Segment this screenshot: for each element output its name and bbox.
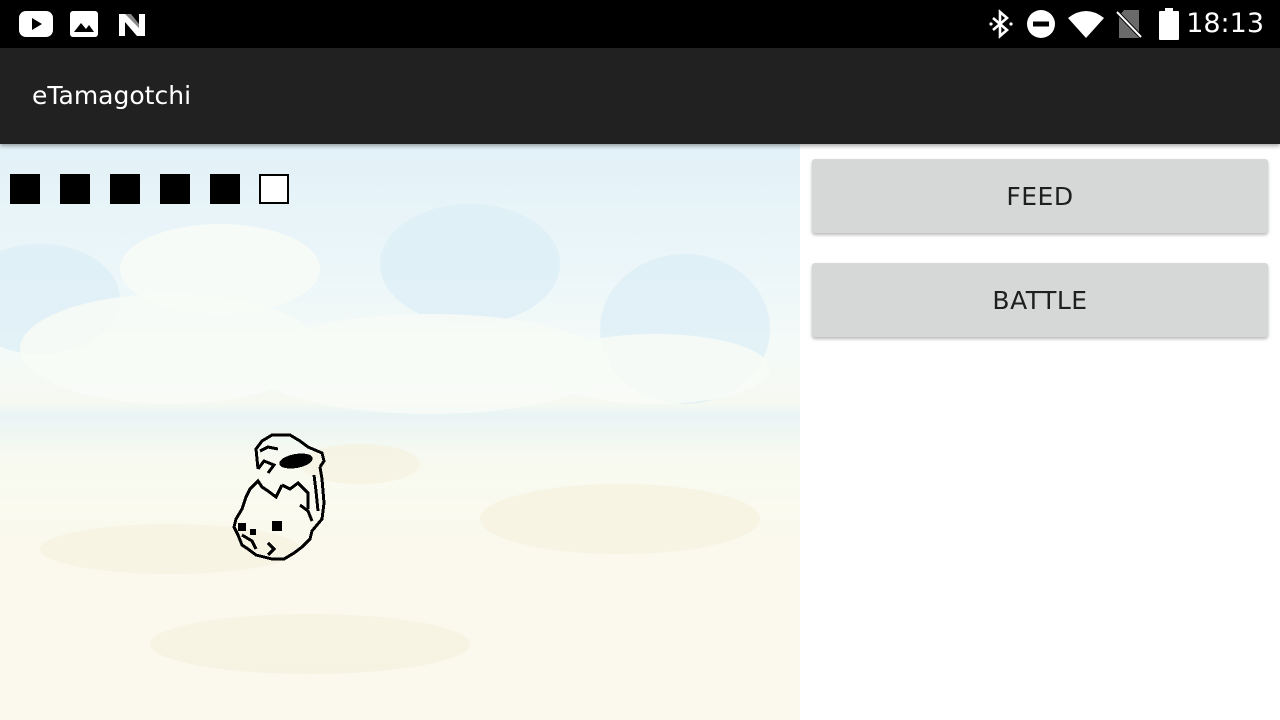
gallery-icon [70,11,98,41]
meter-box [60,174,90,204]
n-notification-icon [117,10,147,42]
meter-box [259,174,289,204]
battle-button[interactable]: BATTLE [812,263,1268,337]
cloud [540,334,770,404]
app-bar: eTamagotchi [0,48,1280,144]
pet-sprite-icon[interactable] [228,431,328,561]
no-sim-icon [1115,9,1143,43]
youtube-icon [19,11,53,41]
cloud [120,224,320,314]
meter-box [210,174,240,204]
status-bar-time: 18:13 [1186,8,1264,39]
do-not-disturb-icon [1026,9,1056,43]
app-title: eTamagotchi [32,81,192,110]
meter-box [10,174,40,204]
bluetooth-icon [988,9,1014,43]
status-bar: 18:13 [0,0,1280,48]
sand-patch [150,614,470,674]
game-area[interactable] [0,144,800,720]
meter-box [160,174,190,204]
sky-patch [380,204,560,324]
action-panel: FEED BATTLE [800,144,1280,720]
battery-icon [1159,8,1179,44]
sand-patch [480,484,760,554]
feed-button[interactable]: FEED [812,159,1268,233]
meter-box [110,174,140,204]
wifi-icon [1067,10,1105,42]
